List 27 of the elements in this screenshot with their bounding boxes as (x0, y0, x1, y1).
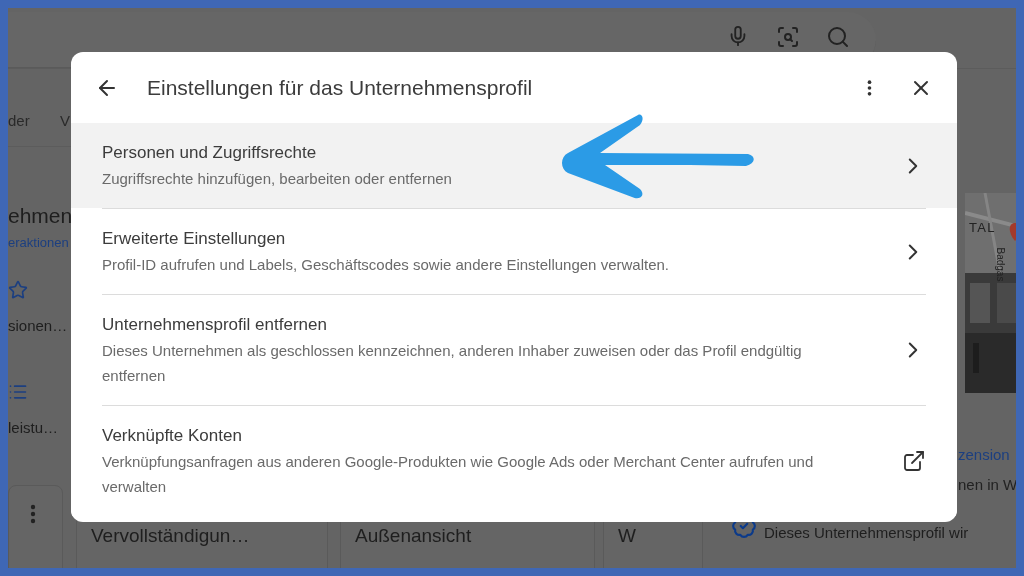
more-icon (866, 78, 872, 97)
interactions-link[interactable]: eraktionen (8, 233, 69, 253)
tab[interactable]: der (8, 110, 30, 133)
business-name: ehmen (8, 203, 73, 229)
verified-text: Dieses Unternehmensprofil wir (764, 523, 969, 543)
settings-item[interactable]: Personen und Zugriffsrechte Zugriffsrechte hinzufügen, bearbeiten oder entfernen (71, 123, 957, 208)
star-icon[interactable] (8, 280, 28, 300)
item-title: Personen und Zugriffsrechte (102, 142, 318, 164)
more-icon[interactable] (30, 504, 36, 524)
item-title: Erweiterte Einstellungen (102, 228, 287, 250)
shortcut-label[interactable]: leistu… (8, 417, 59, 440)
external-link-icon (902, 449, 926, 473)
settings-item[interactable]: Verknüpfte Konten Verknüpfungsanfragen aus anderen Google-Produkten wie Google Ads oder Merchant Center aufrufen und verwalten (71, 405, 957, 516)
item-description: Dieses Unternehmen als geschlossen kennzeichnen, anderen Inhaber zuweisen oder das Profil endgültig entfernen (102, 341, 803, 386)
camera-icon[interactable] (776, 25, 800, 49)
map-label: TAL (969, 219, 996, 237)
item-description: Verknüpfungsanfragen aus anderen Google-Produkten wie Google Ads oder Merchant Center aufrufen und verwalten (102, 452, 815, 497)
dialog-title: Einstellungen für das Unternehmensprofil (147, 74, 534, 101)
reviews-link[interactable]: zension (958, 444, 1010, 467)
search-icon[interactable] (826, 25, 850, 49)
list-icon[interactable] (8, 382, 28, 402)
shortcut-label[interactable]: sionen… (8, 315, 68, 338)
item-title: Verknüpfte Konten (102, 425, 243, 447)
item-description: Profil-ID aufrufen und Labels, Geschäftscodes sowie andere Einstellungen verwalten. (102, 255, 670, 275)
tab[interactable]: V (60, 110, 70, 133)
item-description: Zugriffsrechte hinzufügen, bearbeiten oder entfernen (102, 169, 453, 189)
item-title: Unternehmensprofil entfernen (102, 314, 328, 336)
